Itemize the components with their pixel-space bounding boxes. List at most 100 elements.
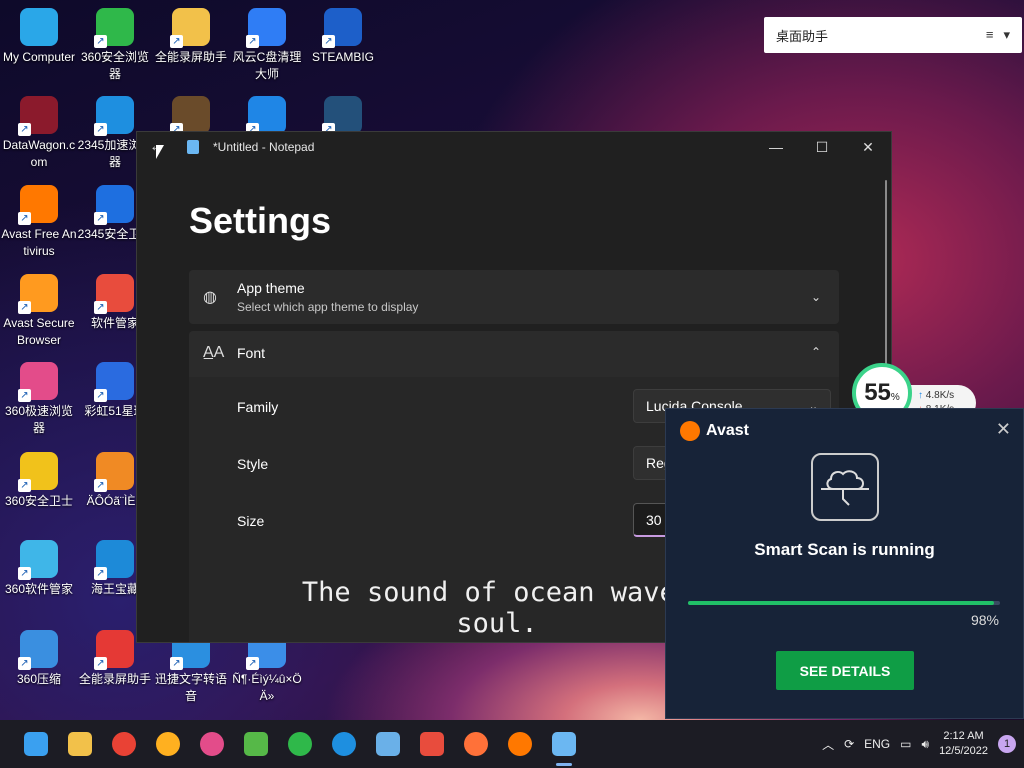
app-icon: ↗ [246,8,286,48]
font-card[interactable]: A̲A Font ⌃ [189,331,839,377]
font-title: Font [237,345,266,361]
app-icon: ↗ [170,8,210,48]
desktop-icon[interactable]: ↗ 360极速浏览器 [0,362,78,437]
desktop-icon-label: STEAMBIG [311,50,374,64]
desktop-icon[interactable]: ↗ STEAMBIG [304,8,382,66]
app-icon: ↗ [94,185,134,225]
desktop-icon-label: 360极速浏览器 [4,404,74,435]
font-icon: A̲A [203,344,225,361]
volume-icon[interactable]: 🔊︎ [922,737,930,752]
shortcut-arrow-icon: ↗ [94,567,107,580]
notification-badge[interactable]: 1 [998,735,1016,753]
taskbar-start-icon[interactable] [20,728,52,760]
taskbar-360-browser-icon[interactable] [196,728,228,760]
desktop-icon-label: My Computer [2,50,76,64]
see-details-button[interactable]: SEE DETAILS [776,651,914,690]
shortcut-arrow-icon: ↗ [94,212,107,225]
desktop-icon-label: DataWagon.com [2,138,76,169]
taskbar-glyph [376,732,400,756]
shortcut-arrow-icon: ↗ [94,35,107,48]
shortcut-arrow-icon: ↗ [18,123,31,136]
app-icon: ↗ [322,96,362,136]
close-icon[interactable]: ✕ [996,419,1011,440]
shortcut-arrow-icon: ↗ [246,35,259,48]
taskbar-glyph [244,732,268,756]
taskbar-software-manager-icon[interactable] [416,728,448,760]
font-size-value: 30 [646,511,662,528]
menu-icon[interactable]: ≡ [986,27,994,43]
chevron-down-icon[interactable]: ▾ [1003,27,1010,43]
taskbar-firefox-icon[interactable] [460,728,492,760]
desktop-icon[interactable]: ↗ Avast Secure Browser [0,274,78,349]
taskbar-glyph [420,732,444,756]
network-icon[interactable]: ▭ [900,737,911,751]
app-icon: ↗ [94,8,134,48]
desktop-icon-label: Avast Secure Browser [3,316,75,347]
shortcut-arrow-icon: ↗ [94,389,107,402]
app-icon: ↗ [18,540,58,580]
taskbar-glyph [464,732,488,756]
minimize-button[interactable]: — [753,132,799,162]
desktop-icon[interactable]: ↗ 360安全浏览器 [76,8,154,83]
shortcut-arrow-icon: ↗ [94,123,107,136]
shortcut-arrow-icon: ↗ [94,657,107,670]
sync-icon[interactable]: ⟳ [844,737,854,751]
taskbar-chrome-icon[interactable] [108,728,140,760]
desktop-icon-label: Ñ¶·Éìý¼û×ÖÄ» [232,672,302,703]
percent-sign: % [890,391,900,403]
app-icon: ↗ [18,274,58,314]
shortcut-arrow-icon: ↗ [170,35,183,48]
app-theme-title: App theme [237,280,305,296]
desktop-icon[interactable]: ↗ 风云C盘清理大师 [228,8,306,83]
taskbar-photos-icon[interactable] [372,728,404,760]
taskbar-notepad-icon[interactable] [548,728,580,766]
upload-arrow-icon: ↑ [918,390,923,401]
scan-progress-fill [688,601,994,605]
taskbar-avast-icon[interactable] [504,728,536,760]
app-icon: ↗ [18,630,58,670]
chevron-up-icon[interactable]: ︿ [822,736,834,753]
clock-date: 12/5/2022 [939,745,988,757]
upload-rate: 4.8 [925,390,940,401]
avast-brand: Avast [680,421,749,441]
taskbar-glyph [68,732,92,756]
shortcut-arrow-icon: ↗ [18,212,31,225]
app-icon: ↗ [18,185,58,225]
desktop-icon-label: 360压缩 [16,672,62,686]
taskbar-stack-app-icon[interactable] [240,728,272,760]
desktop-icon[interactable]: ↗ DataWagon.com [0,96,78,171]
desktop-icon-label: 360安全浏览器 [80,50,150,81]
taskbar-avast-secure-browser-icon[interactable] [152,728,184,760]
desktop-icon[interactable]: My Computer [0,8,78,66]
taskbar-glyph [24,732,48,756]
app-icon: ↗ [18,362,58,402]
taskbar-360-safe-browser-icon[interactable] [284,728,316,760]
desktop-icon-label: 风云C盘清理大师 [232,50,302,81]
desktop-icon[interactable]: ↗ 360压缩 [0,630,78,688]
app-icon: ↗ [170,96,210,136]
app-theme-card[interactable]: ◍ App theme Select which app theme to di… [189,270,839,324]
desktop-icon[interactable]: ↗ Avast Free Antivirus [0,185,78,260]
brain-scan-icon [811,453,879,521]
maximize-button[interactable]: ☐ [799,132,845,162]
desktop-icon[interactable]: ↗ 360安全卫士 [0,452,78,510]
app-icon: ↗ [94,452,134,492]
desktop-icon[interactable]: ↗ 全能录屏助手 [152,8,230,66]
taskbar-glyph [508,732,532,756]
desktop-helper-widget[interactable]: 桌面助手 ≡ ▾ [764,17,1022,53]
close-button[interactable]: ✕ [845,132,891,162]
title-bar[interactable]: ← *Untitled - Notepad — ☐ ✕ [137,132,891,162]
app-icon: ↗ [94,274,134,314]
chevron-down-icon: ⌄ [810,290,821,304]
taskbar-glyph [156,732,180,756]
clock-time: 2:12 AM [943,730,984,742]
language-indicator[interactable]: ENG [864,737,890,751]
clock[interactable]: 2:12 AM 12/5/2022 [939,729,988,759]
desktop-icon-label: 360安全卫士 [4,494,74,508]
taskbar-glyph [332,732,356,756]
desktop-icon[interactable]: ↗ 360软件管家 [0,540,78,598]
taskbar-2345-browser-icon[interactable] [328,728,360,760]
desktop-icon-label: 全能录屏助手 [154,50,227,64]
taskbar-file-explorer-icon[interactable] [64,728,96,760]
app-icon: ↗ [94,96,134,136]
